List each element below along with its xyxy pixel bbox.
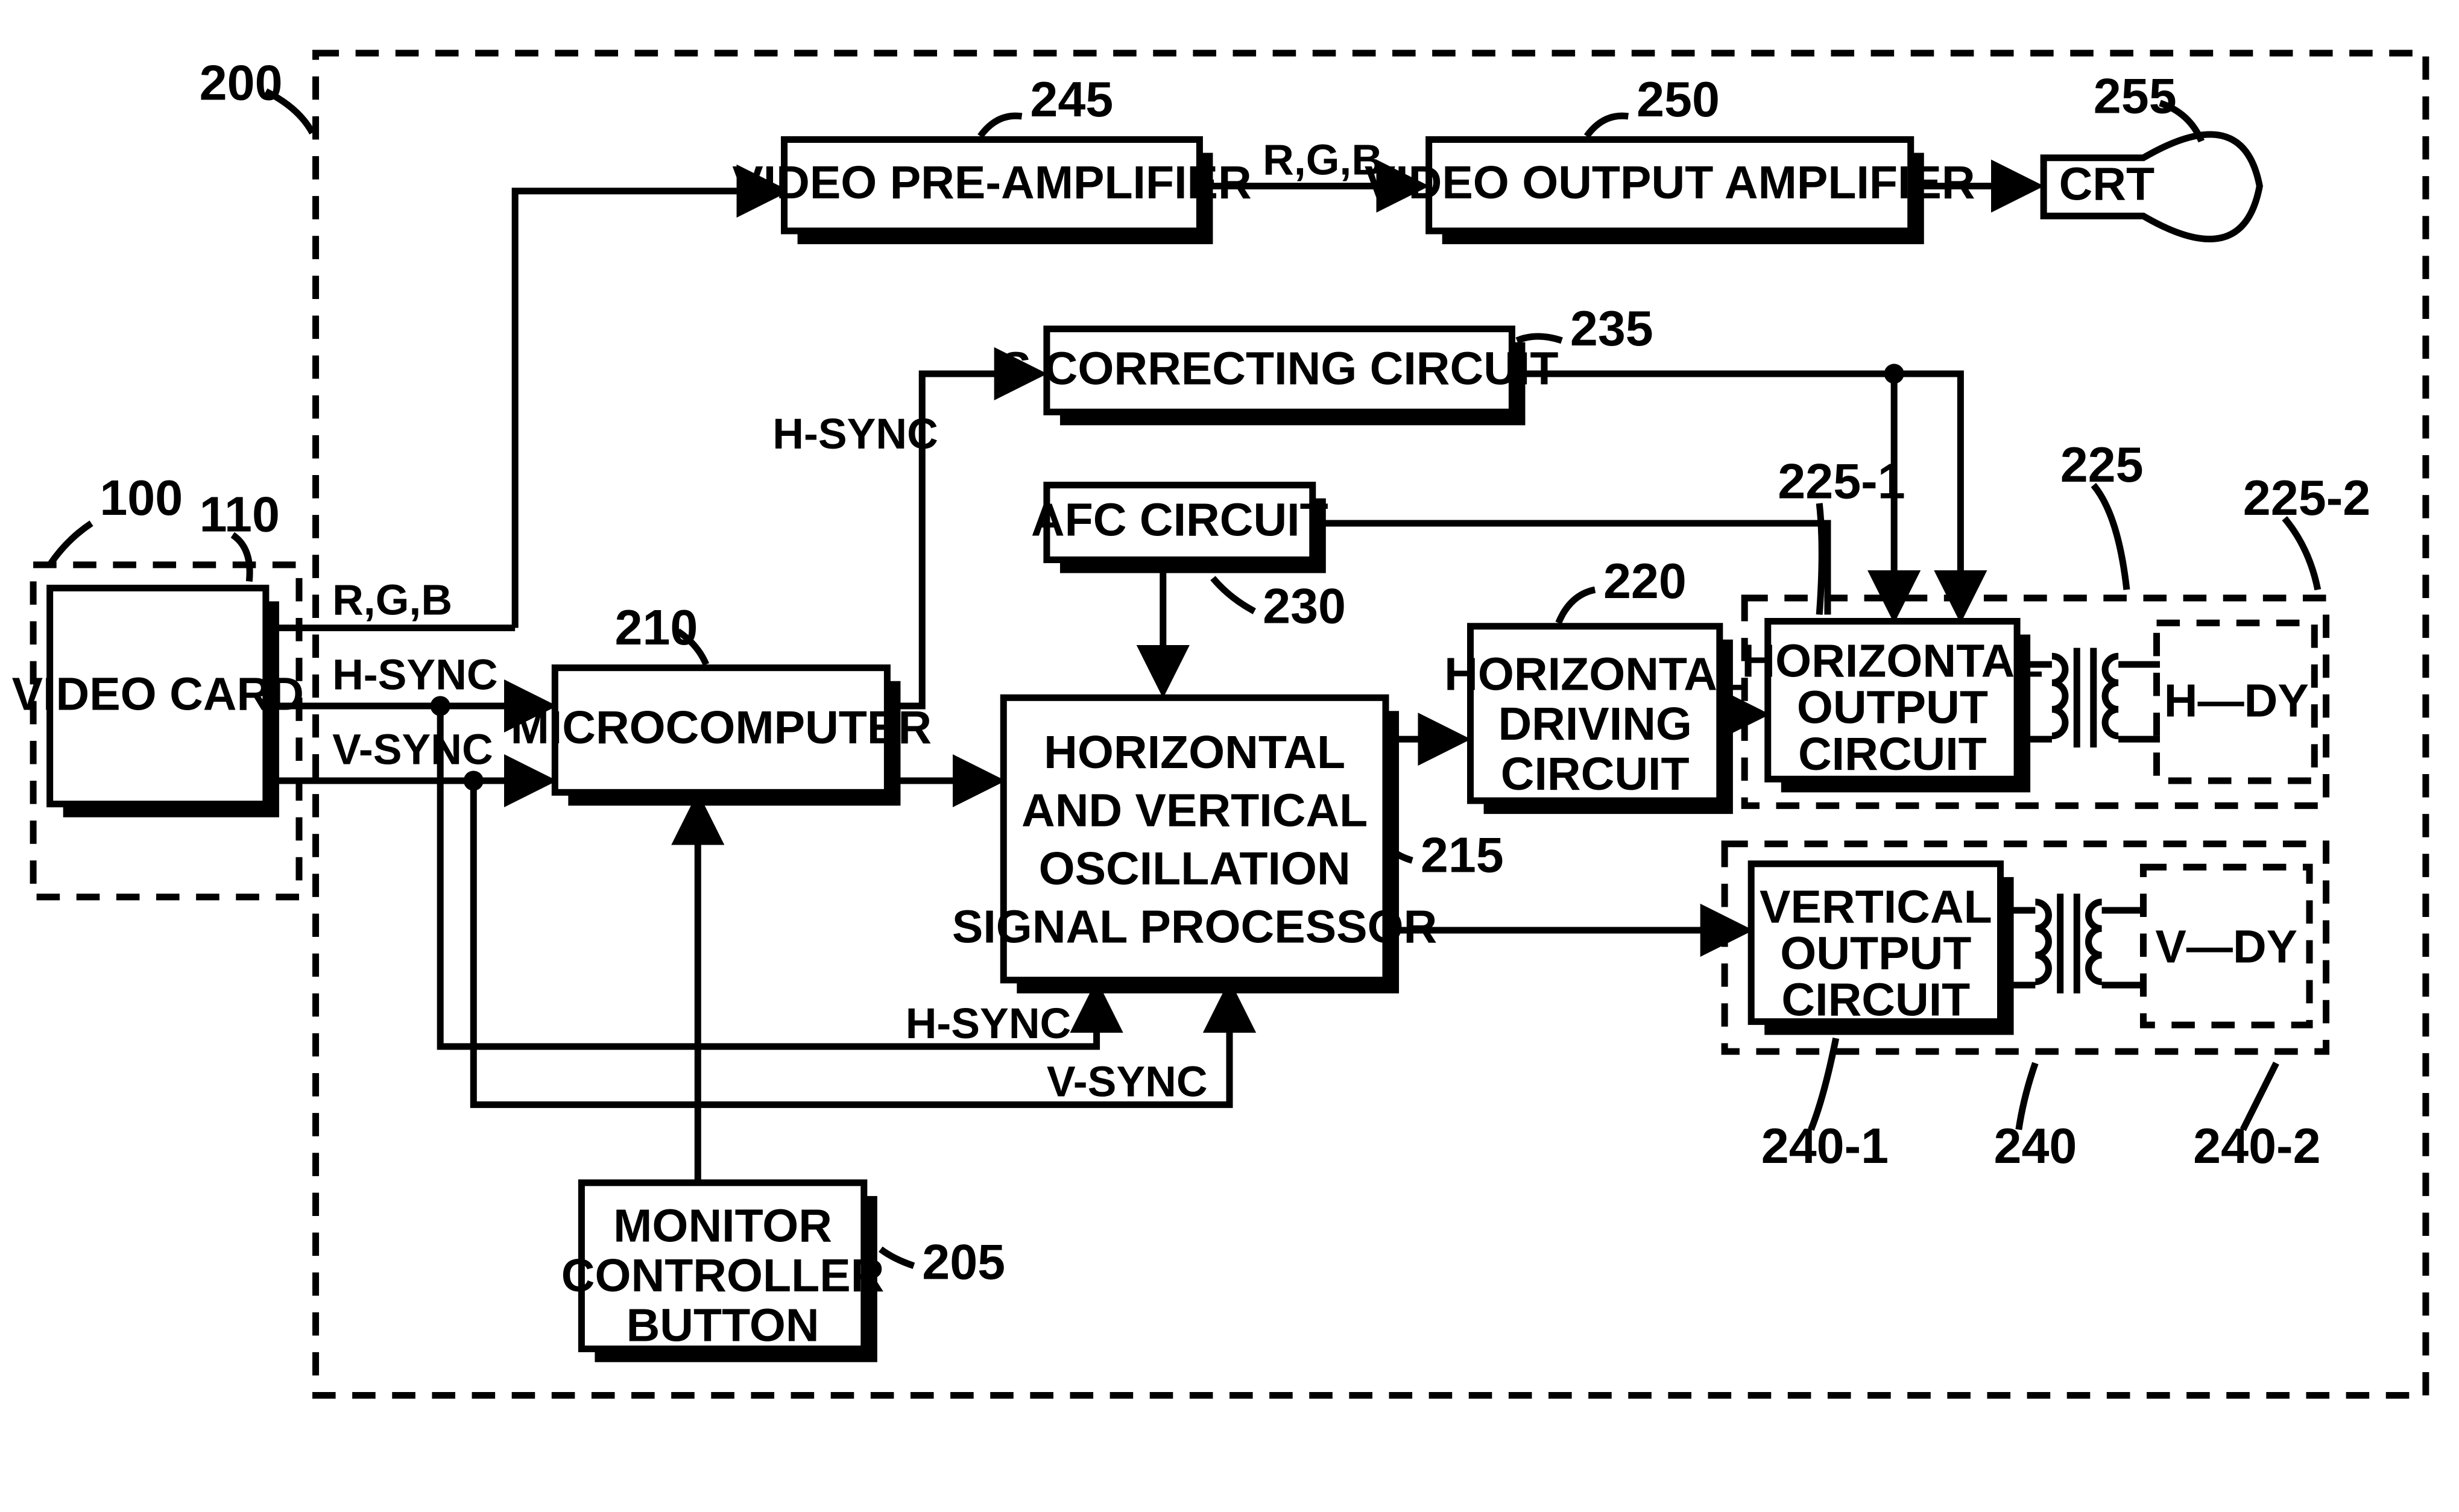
v-dy-label: V—DY — [2155, 921, 2297, 972]
svg-text:OUTPUT: OUTPUT — [1780, 927, 1971, 979]
svg-text:CONTROLLER: CONTROLLER — [561, 1250, 885, 1302]
signal-hsync-2: H-SYNC — [772, 410, 938, 458]
svg-text:AFC CIRCUIT: AFC CIRCUIT — [1031, 494, 1328, 546]
ref-235: 235 — [1570, 300, 1653, 356]
svg-text:AND VERTICAL: AND VERTICAL — [1021, 785, 1368, 837]
svg-text:CRT: CRT — [2059, 159, 2155, 210]
ref-245: 245 — [1030, 71, 1113, 127]
svg-text:HORIZONTAL: HORIZONTAL — [1444, 649, 1746, 701]
pre-amp-block: VIDEO PRE-AMPLIFIER — [732, 139, 1251, 244]
ref-210: 210 — [615, 599, 698, 655]
crt-block: CRT — [2044, 134, 2259, 239]
afc-block: AFC CIRCUIT — [1031, 485, 1328, 573]
signal-vsync-2: V-SYNC — [1047, 1058, 1208, 1106]
h-driving-block: HORIZONTAL DRIVING CIRCUIT — [1444, 626, 1746, 814]
svg-text:OSCILLATION: OSCILLATION — [1039, 843, 1351, 895]
ref-215: 215 — [1421, 827, 1504, 883]
signal-rgb: R,G,B — [332, 576, 452, 624]
ref-240-1: 240-1 — [1761, 1118, 1889, 1174]
svg-text:VIDEO PRE-AMPLIFIER: VIDEO PRE-AMPLIFIER — [732, 157, 1251, 209]
h-transformer-icon — [2017, 648, 2160, 748]
h-dy-label: H—DY — [2164, 675, 2309, 727]
svg-text:OUTPUT: OUTPUT — [1797, 682, 1988, 734]
ref-225-2: 225-2 — [2243, 470, 2370, 526]
ref-200: 200 — [200, 54, 283, 110]
h-output-block: HORIZONTAL OUTPUT CIRCUIT — [1741, 622, 2043, 793]
monitor-button-block: MONITOR CONTROLLER BUTTON — [561, 1183, 885, 1362]
svg-text:HORIZONTAL: HORIZONTAL — [1741, 635, 2043, 687]
ref-240: 240 — [1993, 1118, 2077, 1174]
signal-vsync: V-SYNC — [332, 725, 493, 773]
s-correcting-block: S CORRECTING CIRCUIT — [1000, 329, 1559, 426]
ref-220: 220 — [1603, 553, 1687, 609]
svg-text:BUTTON: BUTTON — [627, 1300, 819, 1352]
ref-205: 205 — [922, 1234, 1005, 1290]
microcomputer-block: MICROCOMPUTER — [511, 668, 932, 806]
svg-text:MONITOR: MONITOR — [613, 1200, 832, 1252]
ref-255: 255 — [2094, 68, 2177, 124]
ref-225: 225 — [2060, 436, 2144, 493]
video-card-block: VIDEO CARD — [12, 588, 304, 817]
ref-230: 230 — [1263, 578, 1346, 634]
out-amp-block: VIDEO OUTPUT AMPLIFIER — [1365, 139, 1975, 244]
svg-text:VIDEO CARD: VIDEO CARD — [12, 669, 304, 720]
v-transformer-icon — [2001, 893, 2144, 993]
ref-250: 250 — [1637, 71, 1720, 127]
ref-100: 100 — [99, 470, 183, 526]
signal-hsync-3: H-SYNC — [906, 1000, 1072, 1048]
svg-text:SIGNAL PROCESSOR: SIGNAL PROCESSOR — [952, 901, 1437, 953]
svg-text:CIRCUIT: CIRCUIT — [1798, 728, 1987, 780]
ref-240-2: 240-2 — [2193, 1118, 2320, 1174]
svg-text:VIDEO OUTPUT AMPLIFIER: VIDEO OUTPUT AMPLIFIER — [1365, 157, 1975, 209]
svg-text:MICROCOMPUTER: MICROCOMPUTER — [511, 702, 932, 754]
ref-110: 110 — [200, 487, 280, 543]
svg-text:CIRCUIT: CIRCUIT — [1501, 748, 1690, 800]
svg-text:CIRCUIT: CIRCUIT — [1781, 974, 1970, 1026]
svg-text:VERTICAL: VERTICAL — [1760, 881, 1992, 933]
svg-text:S CORRECTING CIRCUIT: S CORRECTING CIRCUIT — [1000, 343, 1559, 395]
signal-hsync: H-SYNC — [332, 650, 498, 699]
ref-225-1: 225-1 — [1778, 453, 1905, 509]
diagram-canvas: 200 100 110 VIDEO CARD R,G,B H-SYNC V-SY… — [0, 0, 2459, 1462]
svg-text:DRIVING: DRIVING — [1498, 698, 1691, 750]
svg-text:HORIZONTAL: HORIZONTAL — [1044, 726, 1345, 778]
v-output-block: VERTICAL OUTPUT CIRCUIT — [1751, 864, 2013, 1035]
hv-osc-block: HORIZONTAL AND VERTICAL OSCILLATION SIGN… — [952, 698, 1437, 993]
